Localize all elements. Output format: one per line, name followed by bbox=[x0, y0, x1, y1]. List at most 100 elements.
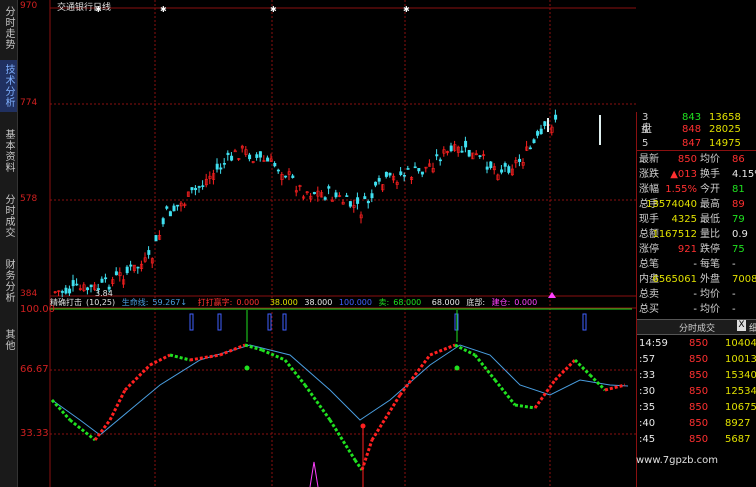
candle-body bbox=[219, 167, 223, 170]
indicator-params: (10,25) bbox=[86, 298, 116, 307]
candle-body bbox=[327, 186, 331, 189]
candle-body bbox=[284, 175, 288, 178]
tick-row: :40 850 8927 bbox=[637, 416, 756, 431]
k-line-down bbox=[261, 348, 286, 362]
ind-y-tick: 33.33 bbox=[20, 428, 49, 439]
order-volume: 28025 bbox=[709, 124, 741, 135]
ind-item-value: 68.000 bbox=[393, 298, 422, 307]
candle-body bbox=[399, 171, 403, 176]
sell-dot bbox=[454, 365, 460, 371]
candle-body bbox=[366, 200, 370, 204]
quote-value: 7008979 bbox=[732, 274, 756, 285]
candle-body bbox=[125, 266, 129, 274]
candle-body bbox=[370, 193, 374, 199]
quote-label: 涨跌 bbox=[639, 169, 659, 180]
quote-panel: 3 843 13658 4 848 28025 5 847 14975 盘 最新… bbox=[636, 112, 756, 487]
tick-volume: 5687 bbox=[725, 434, 751, 445]
candle-body bbox=[467, 149, 471, 157]
grid-lines bbox=[50, 0, 636, 487]
tick-row: 14:59 850 10404 bbox=[637, 336, 756, 351]
ind-item-label: 建仓: bbox=[491, 298, 511, 307]
tick-time: :35 bbox=[639, 402, 656, 413]
candle-body bbox=[71, 280, 75, 287]
tick-header: 分时成交 X 细 bbox=[637, 319, 756, 335]
quote-label: 均价 bbox=[700, 304, 720, 315]
candle-body bbox=[60, 291, 64, 293]
tick-row: :30 850 12534 bbox=[637, 384, 756, 399]
candle-body bbox=[176, 204, 180, 207]
candle-body bbox=[136, 266, 140, 269]
tick-time: :33 bbox=[639, 370, 656, 381]
k-line-down bbox=[573, 358, 592, 377]
quote-row: 涨跌 ▲013换手 4.15% bbox=[637, 167, 756, 182]
tick-price: 850 bbox=[689, 402, 709, 413]
k-line-up bbox=[123, 363, 152, 392]
indicator-header: 精确打击 (10,25) 生命线: 59.267↓ 打打赢字: 0.000 38.00… bbox=[50, 297, 545, 309]
candle-body bbox=[348, 201, 352, 207]
ind-item-label: 生命线: bbox=[121, 298, 149, 307]
candle-body bbox=[363, 196, 367, 200]
quote-row: 涨停 921 跌停 75 bbox=[637, 242, 756, 257]
tick-time: :40 bbox=[639, 418, 656, 429]
candle-body bbox=[377, 178, 381, 182]
candle-body bbox=[312, 192, 316, 195]
candle-body bbox=[528, 147, 532, 150]
candle-body bbox=[161, 218, 165, 225]
quote-row: 现手 4325 最低 79 bbox=[637, 212, 756, 227]
candle-body bbox=[323, 197, 327, 200]
event-marker: ✱ bbox=[270, 5, 277, 14]
candle-body bbox=[503, 163, 507, 167]
ind-item-value: 68.000 bbox=[431, 298, 460, 307]
k-line-down bbox=[514, 403, 536, 410]
k-line-down bbox=[169, 353, 191, 362]
signal-bar bbox=[217, 313, 222, 331]
tick-price: 850 bbox=[689, 370, 709, 381]
candle-body bbox=[89, 284, 93, 288]
tick-price: 850 bbox=[689, 338, 709, 349]
tick-price: 850 bbox=[689, 386, 709, 397]
quote-value: - bbox=[693, 289, 697, 300]
candle-body bbox=[197, 186, 201, 188]
candle-body bbox=[345, 195, 349, 197]
k-line-down bbox=[493, 379, 517, 406]
indicator-name: 精确打击 bbox=[50, 298, 82, 307]
tick-row: :57 850 10013 bbox=[637, 352, 756, 367]
tab-fine-detail[interactable]: 细 bbox=[749, 321, 756, 334]
k-line-down bbox=[283, 359, 307, 386]
signal-bar bbox=[189, 313, 194, 331]
k-line-up bbox=[189, 353, 221, 362]
candle-body bbox=[86, 287, 90, 291]
candle-body bbox=[68, 288, 72, 294]
order-volume: 14975 bbox=[709, 138, 741, 149]
quote-value: - bbox=[732, 304, 736, 315]
ind-item-value: 38.000 bbox=[304, 298, 333, 307]
candle-body bbox=[478, 155, 482, 157]
signal-bar bbox=[267, 313, 272, 331]
candle-body bbox=[536, 131, 540, 136]
quote-label: 总卖 bbox=[639, 289, 659, 300]
close-icon[interactable]: X bbox=[737, 320, 746, 331]
tick-time: :57 bbox=[639, 354, 656, 365]
quote-row: 总额 1167512 量比 0.9 bbox=[637, 227, 756, 242]
quote-label: 最新 bbox=[639, 154, 659, 165]
k-line-up bbox=[93, 419, 112, 441]
candle-body bbox=[291, 175, 295, 178]
order-book-row: 4 848 28025 bbox=[637, 122, 756, 137]
candle-body bbox=[172, 205, 176, 212]
quote-row: 总笔 - 每笔 - bbox=[637, 257, 756, 272]
quote-value: 4325 bbox=[671, 214, 697, 225]
candle-body bbox=[413, 166, 417, 169]
quote-label: 涨幅 bbox=[639, 184, 659, 195]
candle-body bbox=[500, 169, 504, 173]
tab-tick-detail[interactable]: 分时成交 bbox=[679, 321, 715, 334]
ind-item-label: 打打赢字: bbox=[197, 298, 233, 307]
tick-time: 14:59 bbox=[639, 338, 668, 349]
ind-item-value: 59.267↓ bbox=[152, 298, 188, 307]
quote-value: 13574040 bbox=[646, 199, 697, 210]
tick-row: :33 850 15340 bbox=[637, 368, 756, 383]
candle-body bbox=[258, 151, 262, 158]
tick-price: 850 bbox=[689, 434, 709, 445]
signal-bar bbox=[582, 313, 587, 331]
candle-body bbox=[485, 166, 489, 170]
candle-body bbox=[100, 278, 104, 283]
